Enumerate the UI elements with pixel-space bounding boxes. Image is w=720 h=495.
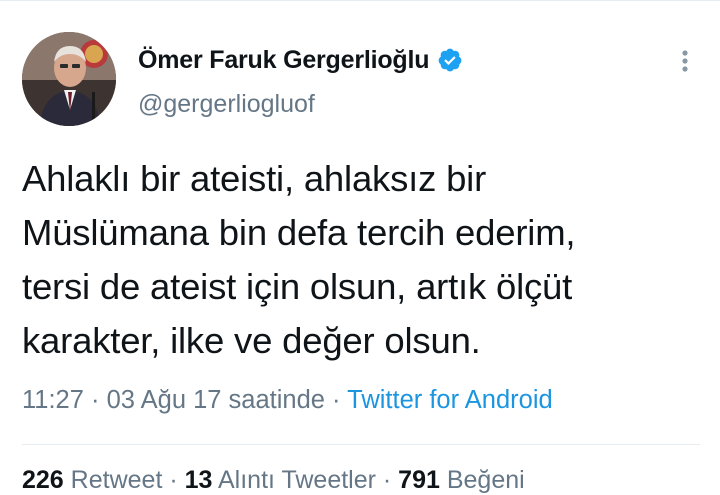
quotes-stat[interactable]: 13 Alıntı Tweetler xyxy=(185,466,376,494)
likes-count: 791 xyxy=(398,466,440,494)
display-name-row[interactable]: Ömer Faruk Gergerlioğlu xyxy=(138,42,463,78)
display-name[interactable]: Ömer Faruk Gergerlioğlu xyxy=(138,46,430,75)
stats-separator: · xyxy=(162,466,185,494)
avatar[interactable] xyxy=(22,32,116,126)
tweet-card: Ömer Faruk Gergerlioğlu @gergerliogluof … xyxy=(0,0,720,494)
more-vertical-icon xyxy=(682,50,688,72)
tweet-date[interactable]: 03 Ağu 17 saatinde xyxy=(107,386,325,414)
tweet-line: karakter, ilke ve değer olsun. xyxy=(22,320,481,361)
verified-badge-icon xyxy=(437,47,463,73)
tweet-stats: 226 Retweet · 13 Alıntı Tweetler · 791 B… xyxy=(22,466,525,495)
tweet-text: Ahlaklı bir ateisti, ahlaksız bir Müslüm… xyxy=(22,152,712,368)
tweet-line: Müslümana bin defa tercih ederim, xyxy=(22,212,576,253)
meta-separator: · xyxy=(324,386,348,414)
more-options-button[interactable] xyxy=(670,44,700,78)
quotes-label: Alıntı Tweetler xyxy=(218,466,376,494)
avatar-photo xyxy=(22,32,116,126)
likes-stat[interactable]: 791 Beğeni xyxy=(398,466,525,494)
user-handle[interactable]: @gergerliogluof xyxy=(138,90,315,119)
quotes-count: 13 xyxy=(184,466,213,494)
tweet-line: Ahlaklı bir ateisti, ahlaksız bir xyxy=(22,158,487,199)
retweets-label: Retweet xyxy=(70,466,163,494)
meta-separator: · xyxy=(83,386,107,414)
tweet-source-link[interactable]: Twitter for Android xyxy=(347,386,553,414)
divider xyxy=(22,444,700,445)
likes-label: Beğeni xyxy=(446,466,525,494)
stats-separator: · xyxy=(375,466,399,494)
retweets-count: 226 xyxy=(22,466,64,494)
retweets-stat[interactable]: 226 Retweet xyxy=(22,466,162,494)
tweet-line: tersi de ateist için olsun, artık ölçüt xyxy=(22,266,573,307)
tweet-meta: 11:27 · 03 Ağu 17 saatinde · Twitter for… xyxy=(22,386,553,415)
tweet-time[interactable]: 11:27 xyxy=(22,386,84,414)
